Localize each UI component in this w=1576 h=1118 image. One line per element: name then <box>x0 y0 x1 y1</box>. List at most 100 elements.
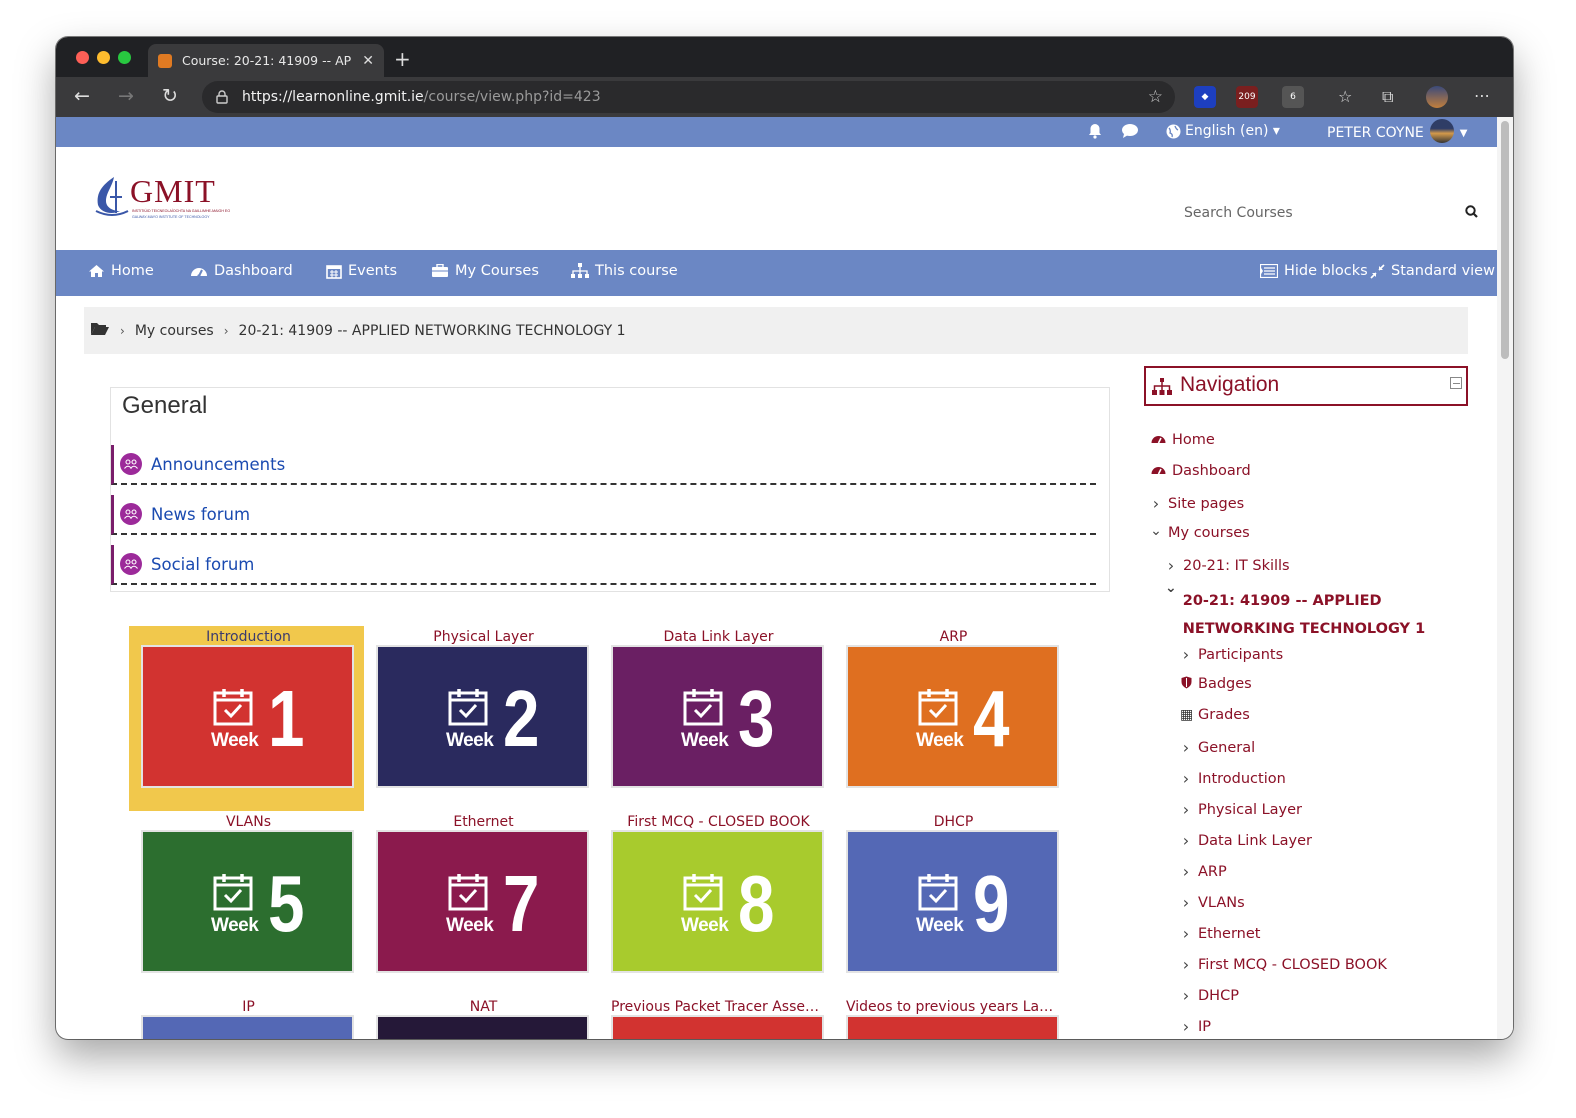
nav-tree-item[interactable]: › VLANs <box>1180 893 1245 912</box>
tile-image[interactable]: Week 1 <box>141 645 354 788</box>
tile-title[interactable]: First MCQ - CLOSED BOOK <box>611 814 826 830</box>
messages-bubble-icon[interactable] <box>1121 123 1139 143</box>
nav-tree-item[interactable]: › IP <box>1180 1017 1211 1036</box>
nav-tree-item[interactable]: › ARP <box>1180 862 1227 881</box>
profile-avatar-icon[interactable] <box>1426 86 1448 108</box>
search-icon[interactable] <box>1465 205 1478 222</box>
tile-image[interactable] <box>141 1015 354 1039</box>
minimize-window-button[interactable] <box>97 51 110 64</box>
tile-title[interactable]: Introduction <box>141 629 356 645</box>
tile-title[interactable]: NAT <box>376 999 591 1015</box>
nav-tree-item[interactable]: ⌄ 20-21: 41909 -- APPLIED NETWORKING TECH… <box>1165 581 1455 643</box>
announcements-link[interactable]: Announcements <box>151 455 285 474</box>
new-tab-icon[interactable]: + <box>394 47 411 71</box>
language-menu[interactable]: English (en) ▾ <box>1166 123 1280 139</box>
more-menu-icon[interactable]: ⋯ <box>1474 85 1490 107</box>
address-bar[interactable]: https://learnonline.gmit.ie /course/view… <box>202 81 1175 113</box>
tile-title[interactable]: Data Link Layer <box>611 629 826 645</box>
tile-title[interactable]: VLANs <box>141 814 356 830</box>
nav-home-label: Home <box>111 263 154 279</box>
tile-image[interactable]: Week 7 <box>376 830 589 973</box>
breadcrumb-my-courses[interactable]: My courses <box>135 323 214 339</box>
tile-image[interactable]: Week 8 <box>611 830 824 973</box>
hide-blocks-button[interactable]: Hide blocks <box>1260 263 1368 279</box>
course-search[interactable]: Search Courses <box>1166 202 1486 224</box>
navigation-block-header: Navigation <box>1144 366 1468 406</box>
activity-social-forum[interactable]: Social forum <box>111 545 1096 585</box>
extension-cloud-icon[interactable]: 6 <box>1282 86 1304 108</box>
nav-tree-item[interactable]: › Ethernet <box>1180 924 1261 943</box>
tile-title[interactable]: Videos to previous years Lab ... <box>846 999 1061 1015</box>
back-arrow-icon[interactable]: ← <box>74 85 90 107</box>
nav-tree-label: Badges <box>1198 676 1252 692</box>
tile-image[interactable] <box>846 1015 1059 1039</box>
nav-my-courses[interactable]: My Courses <box>431 263 539 279</box>
tile-image[interactable]: Week 5 <box>141 830 354 973</box>
scrollbar-thumb[interactable] <box>1501 121 1509 359</box>
favorites-icon[interactable]: ☆ <box>1338 86 1352 108</box>
activity-news-forum[interactable]: News forum <box>111 495 1096 535</box>
tile-title[interactable]: DHCP <box>846 814 1061 830</box>
nav-tree-item[interactable]: › First MCQ - CLOSED BOOK <box>1180 955 1387 974</box>
tile-image[interactable]: Week 9 <box>846 830 1059 973</box>
general-section: General Announcements News forum Social … <box>110 387 1110 592</box>
extension-badge-icon[interactable]: 209 <box>1236 86 1258 108</box>
nav-tree-item[interactable]: Badges <box>1180 676 1252 692</box>
week-number: 8 <box>738 859 775 948</box>
nav-tree-item[interactable]: › DHCP <box>1180 986 1239 1005</box>
notifications-bell-icon[interactable] <box>1087 123 1103 143</box>
close-window-button[interactable] <box>76 51 89 64</box>
tile-title[interactable]: IP <box>141 999 356 1015</box>
nav-dashboard[interactable]: Dashboard <box>190 263 293 279</box>
close-tab-icon[interactable]: ✕ <box>362 53 374 69</box>
week-number: 1 <box>268 674 305 763</box>
collapse-block-icon[interactable] <box>1450 377 1462 389</box>
forward-arrow-icon[interactable]: → <box>118 85 134 107</box>
chevron-right-icon: › <box>1167 556 1175 575</box>
news-forum-link[interactable]: News forum <box>151 505 250 524</box>
tile-image[interactable]: Week 3 <box>611 645 824 788</box>
nav-tree-item[interactable]: › Introduction <box>1180 769 1286 788</box>
user-menu[interactable]: PETER COYNE ▼ <box>1327 119 1467 143</box>
week-number: 7 <box>503 859 540 948</box>
tile-image[interactable]: Week 4 <box>846 645 1059 788</box>
nav-tree-item[interactable]: › Physical Layer <box>1180 800 1302 819</box>
nav-tree-item[interactable]: ⌄ My courses <box>1150 524 1250 541</box>
breadcrumb-current-course[interactable]: 20-21: 41909 -- APPLIED NETWORKING TECHN… <box>239 323 626 339</box>
extension-shield-icon[interactable]: ◆ <box>1194 86 1216 108</box>
tile-image[interactable]: Week 2 <box>376 645 589 788</box>
nav-tree-label: Grades <box>1198 707 1250 723</box>
browser-tab[interactable]: Course: 20-21: 41909 -- APPL ✕ <box>148 44 384 77</box>
tile-image[interactable] <box>611 1015 824 1039</box>
forum-icon <box>120 453 142 475</box>
nav-this-course[interactable]: This course <box>571 263 678 279</box>
collections-icon[interactable]: ⧉ <box>1382 86 1393 108</box>
nav-my-courses-label: My Courses <box>455 263 539 279</box>
nav-tree-item[interactable]: › Site pages <box>1150 494 1244 513</box>
nav-tree-item[interactable]: › Data Link Layer <box>1180 831 1312 850</box>
nav-tree-item[interactable]: Home <box>1150 432 1215 448</box>
nav-tree-item[interactable]: ▦ Grades <box>1180 707 1250 723</box>
maximize-window-button[interactable] <box>118 51 131 64</box>
social-forum-link[interactable]: Social forum <box>151 555 254 574</box>
gmit-logo[interactable]: GMIT INSTITIÚID TEICNEOLAÍOCHTA NA GAILL… <box>92 171 252 221</box>
nav-home[interactable]: Home <box>88 263 154 279</box>
tile-title[interactable]: Previous Packet Tracer Assess... <box>611 999 826 1015</box>
tile-title[interactable]: Physical Layer <box>376 629 591 645</box>
nav-tree-item[interactable]: › General <box>1180 738 1255 757</box>
standard-view-button[interactable]: Standard view <box>1370 263 1495 279</box>
tile-title[interactable]: Ethernet <box>376 814 591 830</box>
lock-icon <box>216 90 228 104</box>
nav-events[interactable]: Events <box>326 263 397 279</box>
page-scrollbar[interactable] <box>1497 117 1513 1039</box>
reload-icon[interactable]: ↻ <box>162 85 178 107</box>
nav-tree-item[interactable]: › 20-21: IT Skills <box>1165 556 1290 575</box>
bookmark-star-icon[interactable]: ☆ <box>1148 87 1163 107</box>
folder-open-icon[interactable] <box>90 321 110 340</box>
nav-tree-item[interactable]: › Participants <box>1180 645 1283 664</box>
search-input[interactable]: Search Courses <box>1184 205 1293 221</box>
nav-tree-item[interactable]: Dashboard <box>1150 463 1251 479</box>
tile-image[interactable] <box>376 1015 589 1039</box>
activity-announcements[interactable]: Announcements <box>111 445 1096 485</box>
tile-title[interactable]: ARP <box>846 629 1061 645</box>
